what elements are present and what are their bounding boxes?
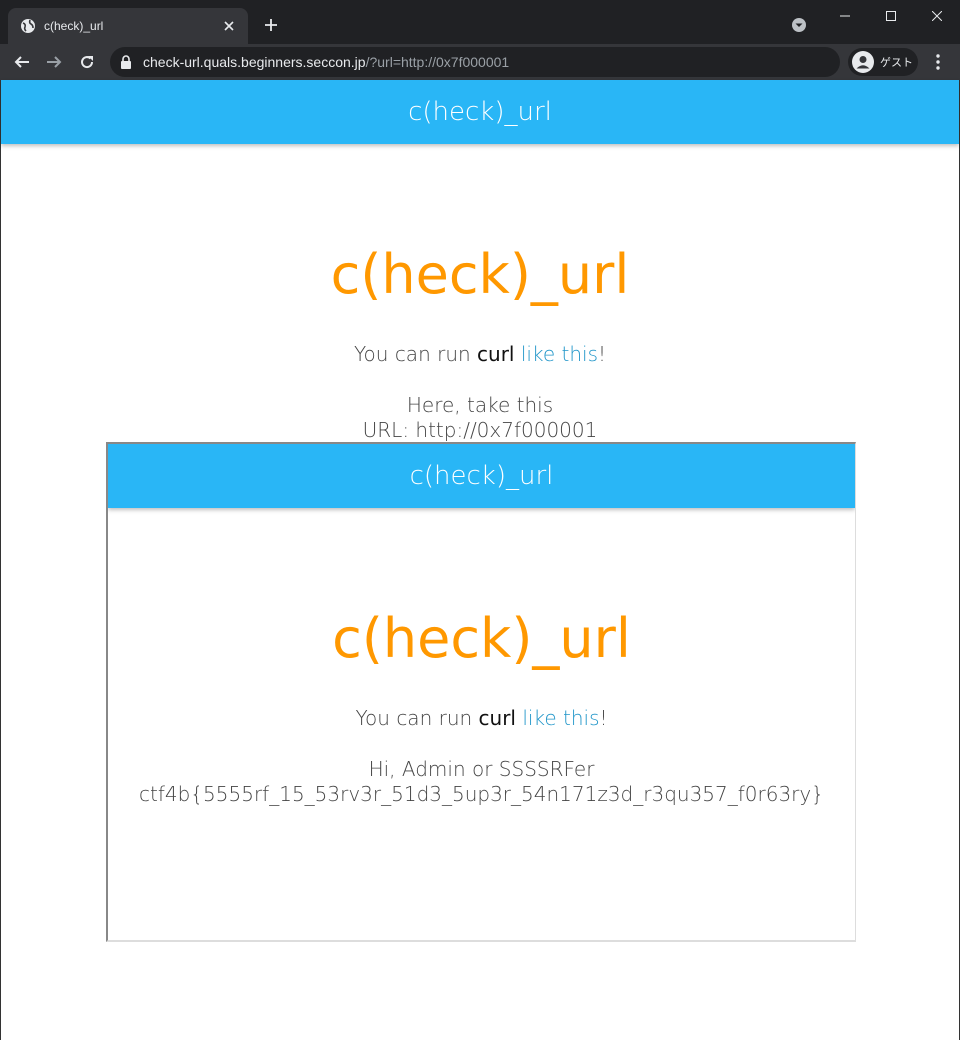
globe-icon bbox=[20, 18, 36, 34]
address-bar[interactable]: check-url.quals.beginners.seccon.jp/?url… bbox=[110, 47, 840, 77]
lock-icon[interactable] bbox=[120, 55, 134, 69]
intro-prefix: You can run bbox=[353, 342, 478, 366]
forward-button[interactable] bbox=[42, 50, 66, 74]
browser-titlebar: c(heck)_url bbox=[0, 0, 960, 44]
more-menu-icon[interactable] bbox=[928, 52, 948, 72]
intro-suffix: ! bbox=[597, 342, 607, 366]
close-window-button[interactable] bbox=[914, 0, 960, 32]
flag-text: ctf4b{5555rf_15_53rv3r_51d3_5up3r_54n171… bbox=[139, 782, 824, 806]
new-tab-button[interactable] bbox=[260, 14, 282, 36]
app-bar-title: c(heck)_url bbox=[408, 97, 552, 127]
browser-toolbar: check-url.quals.beginners.seccon.jp/?url… bbox=[0, 44, 960, 80]
like-this-link[interactable]: like this bbox=[521, 342, 598, 366]
frame-intro-suffix: ! bbox=[599, 706, 608, 730]
profile-button[interactable]: ゲスト bbox=[848, 48, 918, 76]
account-icon bbox=[852, 51, 874, 73]
reload-button[interactable] bbox=[75, 50, 99, 74]
tab-title: c(heck)_url bbox=[44, 19, 104, 33]
frame-app-bar-title: c(heck)_url bbox=[409, 461, 554, 491]
intro-text: You can run curl like this! bbox=[1, 342, 959, 366]
page-viewport: c(heck)_url c(heck)_url You can run curl… bbox=[0, 80, 960, 1040]
url-path: /?url=http://0x7f000001 bbox=[365, 54, 510, 70]
frame-app-bar: c(heck)_url bbox=[108, 444, 855, 508]
greeting-text: Hi, Admin or SSSSRFer bbox=[368, 757, 595, 781]
take-this-text: Here, take this bbox=[406, 393, 554, 417]
tab-search-icon[interactable] bbox=[790, 16, 808, 34]
page-heading: c(heck)_url bbox=[330, 243, 630, 306]
url-text: URL: http://0x7f000001 bbox=[362, 418, 598, 442]
profile-label: ゲスト bbox=[880, 56, 913, 69]
close-tab-icon[interactable] bbox=[220, 17, 238, 35]
maximize-button[interactable] bbox=[868, 0, 914, 32]
frame-heading: c(heck)_url bbox=[332, 607, 631, 670]
frame-like-this-link[interactable]: like this bbox=[522, 706, 599, 730]
app-bar: c(heck)_url bbox=[1, 80, 959, 144]
frame-intro-prefix: You can run bbox=[355, 706, 479, 730]
curl-command: curl bbox=[477, 342, 515, 366]
minimize-button[interactable] bbox=[822, 0, 868, 32]
browser-tab[interactable]: c(heck)_url bbox=[8, 8, 248, 44]
frame-curl-command: curl bbox=[478, 706, 516, 730]
result-frame[interactable]: c(heck)_url c(heck)_url You can run curl… bbox=[106, 442, 856, 942]
back-button[interactable] bbox=[10, 50, 34, 74]
frame-intro-text: You can run curl like this! bbox=[108, 706, 855, 730]
url-host: check-url.quals.beginners.seccon.jp bbox=[143, 54, 366, 70]
